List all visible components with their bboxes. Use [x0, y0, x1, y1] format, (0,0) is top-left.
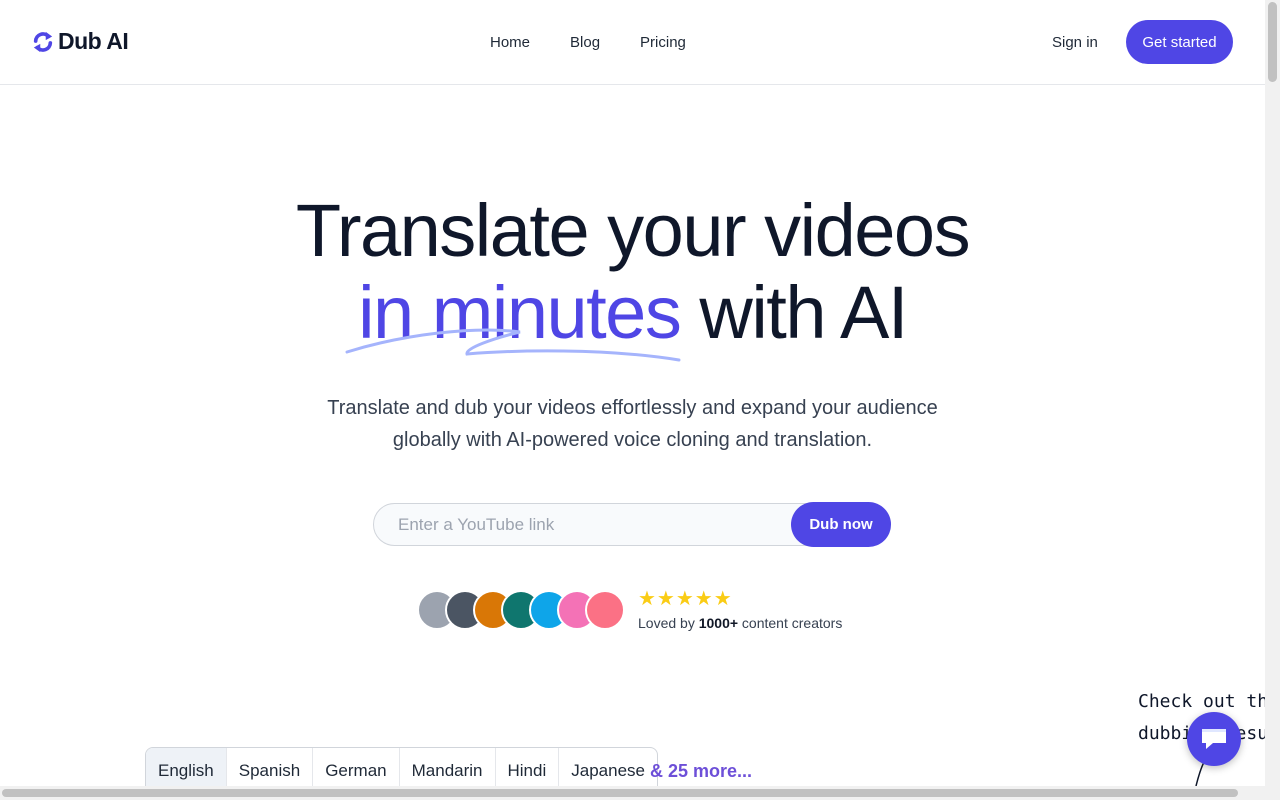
vertical-scrollbar[interactable]	[1265, 0, 1280, 800]
vertical-scroll-thumb[interactable]	[1268, 2, 1277, 82]
site-header: Dub AI Home Blog Pricing Sign in Get sta…	[0, 0, 1265, 85]
loved-suffix: content creators	[738, 615, 843, 631]
loved-prefix: Loved by	[638, 615, 699, 631]
hero-subtitle-line1: Translate and dub your videos effortless…	[327, 397, 938, 419]
nav-home-link[interactable]: Home	[490, 34, 530, 51]
horizontal-scrollbar[interactable]	[0, 786, 1265, 800]
main-nav: Home Blog Pricing	[490, 34, 686, 51]
avatar	[585, 590, 625, 630]
brand-name: Dub AI	[58, 28, 129, 54]
dub-now-button[interactable]: Dub now	[791, 502, 891, 547]
more-languages-link[interactable]: & 25 more...	[650, 761, 752, 782]
horizontal-scroll-thumb[interactable]	[2, 789, 1238, 797]
hero-subtitle: Translate and dub your videos effortless…	[0, 392, 1265, 456]
rating-stars-icon: ★★★★★	[638, 588, 733, 610]
nav-blog-link[interactable]: Blog	[570, 34, 600, 51]
sign-in-link[interactable]: Sign in	[1052, 34, 1098, 51]
loved-count: 1000+	[698, 615, 739, 631]
hero-title-rest: with AI	[680, 271, 908, 354]
hero-subtitle-line2: globally with AI-powered voice cloning a…	[392, 429, 873, 451]
get-started-button[interactable]: Get started	[1126, 20, 1233, 64]
callout-line1: Check out the	[1138, 691, 1268, 712]
nav-pricing-link[interactable]: Pricing	[640, 34, 686, 51]
scribble-underline	[345, 328, 681, 362]
chat-button[interactable]	[1187, 712, 1241, 766]
refresh-arrows-icon	[33, 31, 53, 52]
brand-logo[interactable]: Dub AI	[32, 28, 129, 55]
chat-bubble-icon	[1202, 729, 1226, 749]
loved-by-text: Loved by 1000+ content creators	[638, 615, 842, 631]
hero-title-line1: Translate your videos	[295, 189, 971, 272]
youtube-link-input[interactable]	[398, 504, 788, 545]
